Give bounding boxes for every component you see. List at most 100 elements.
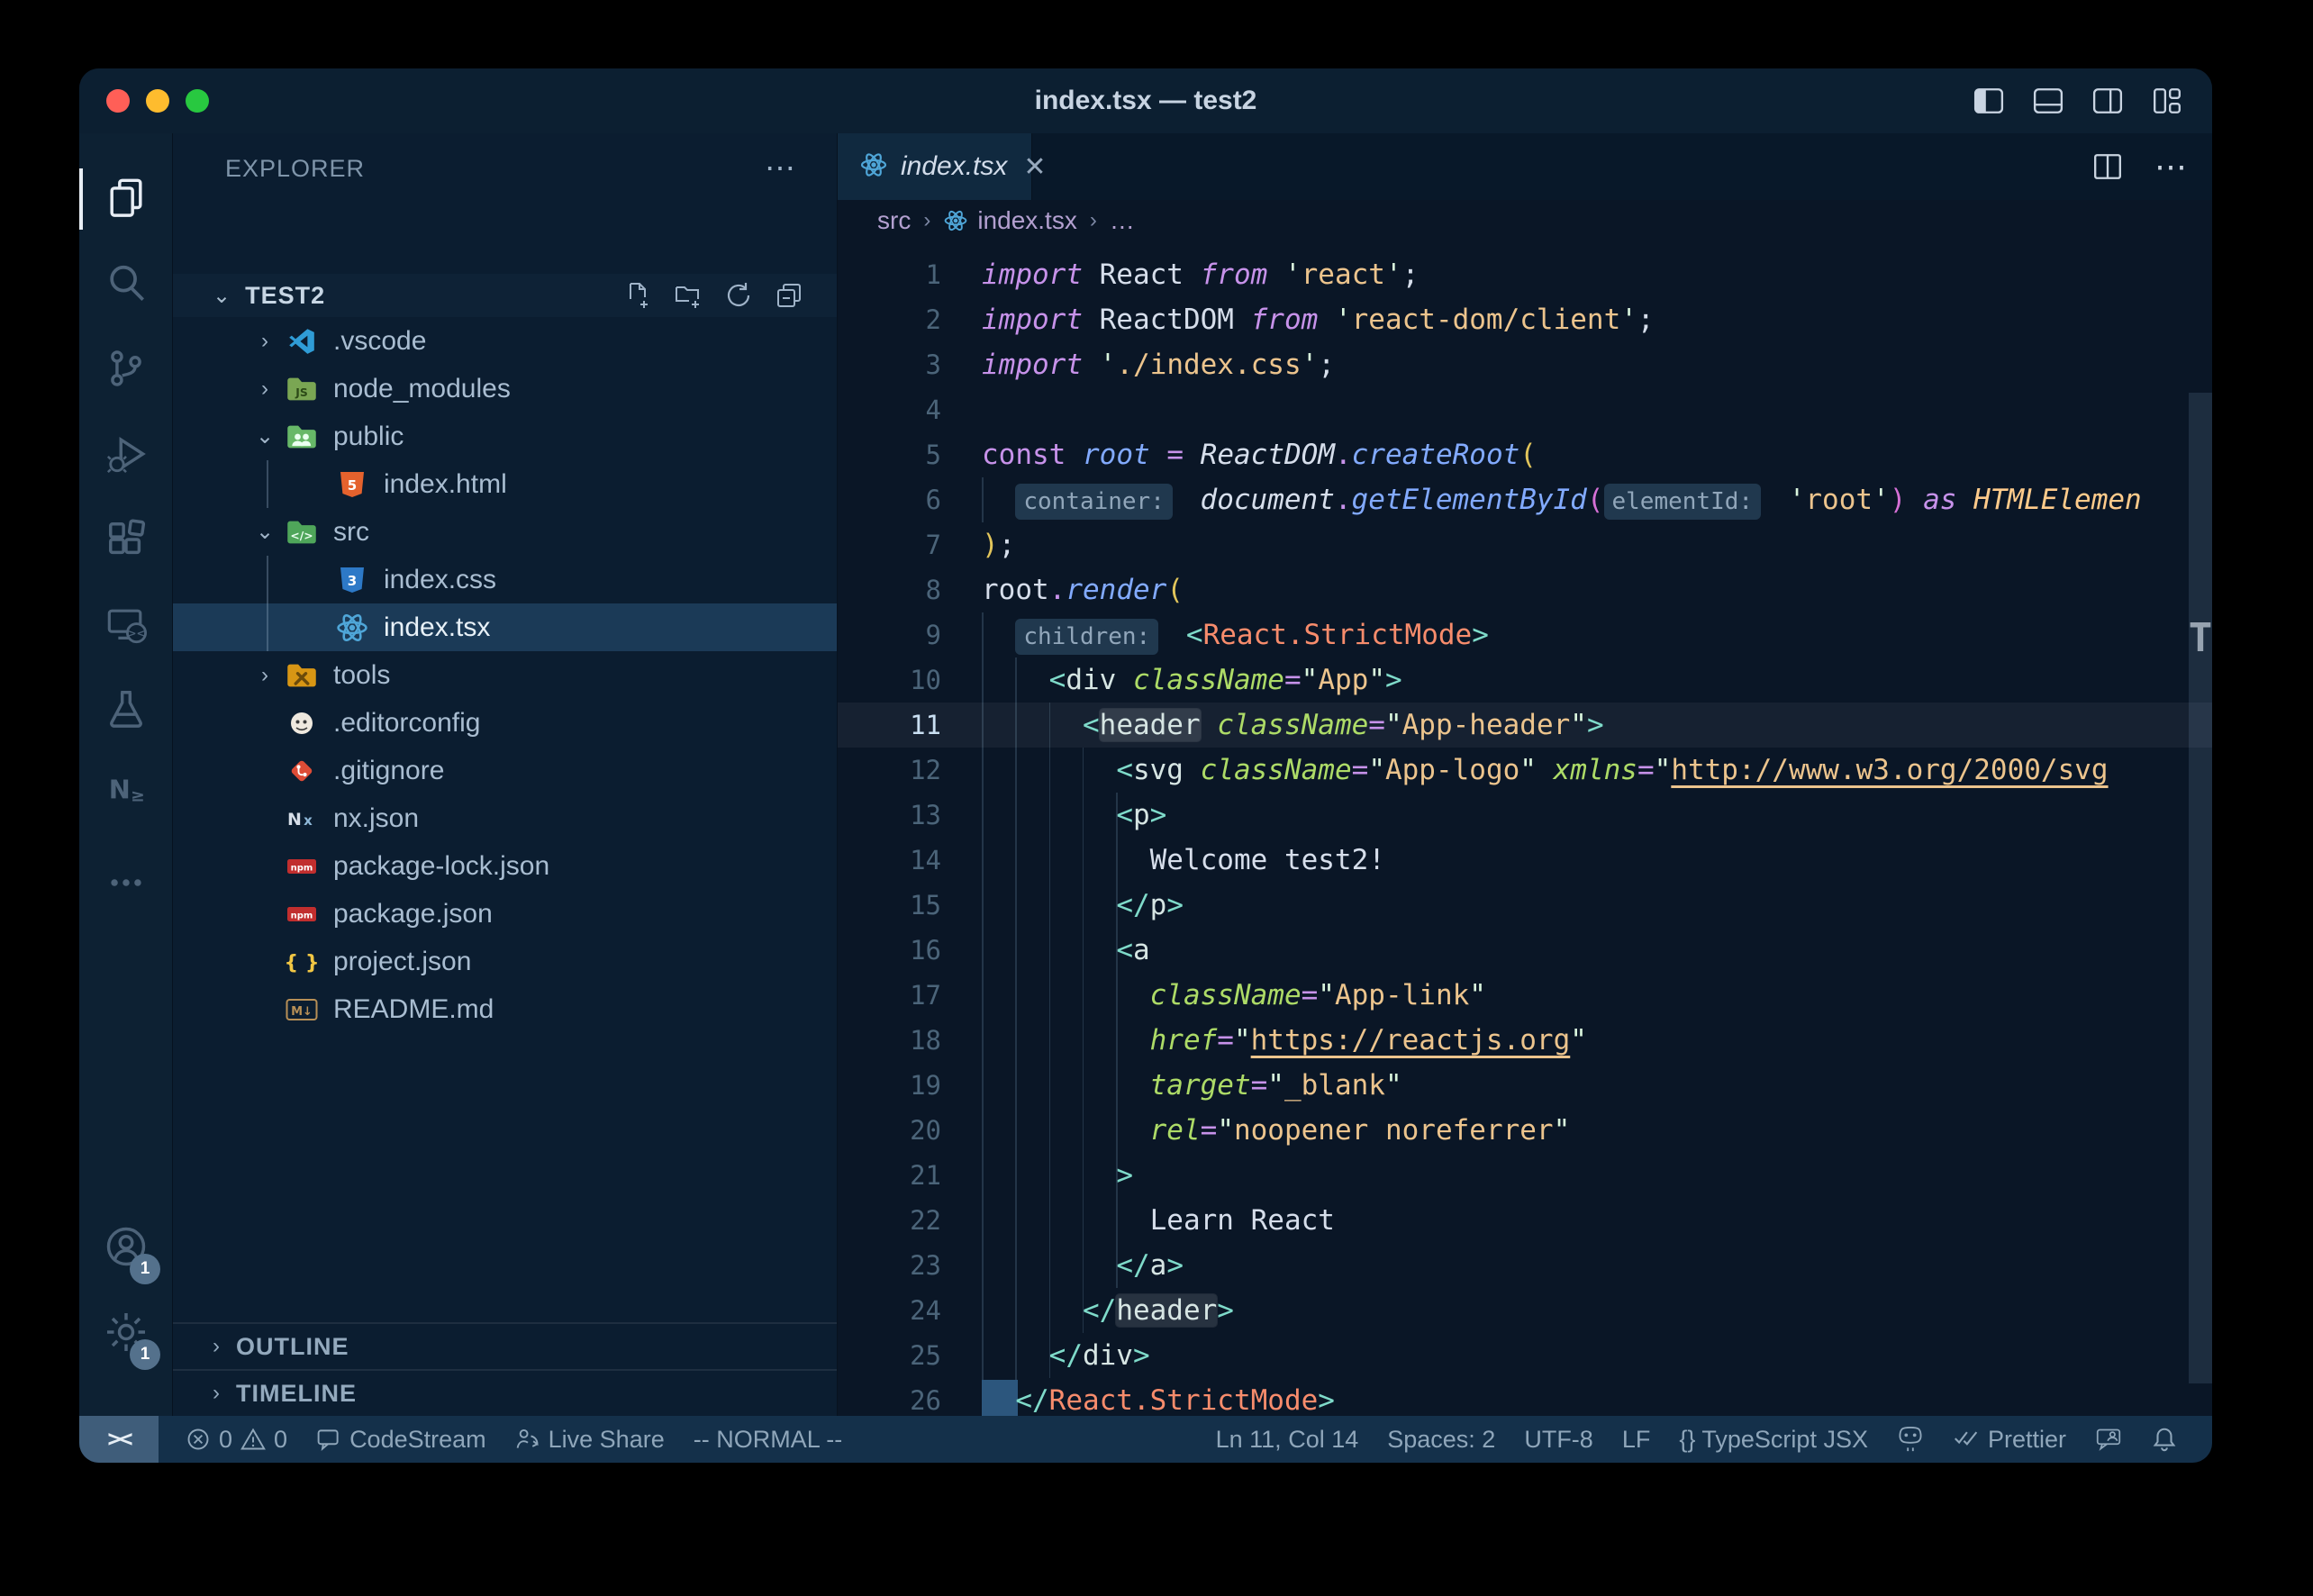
npm-icon: npm bbox=[285, 897, 319, 931]
scrollbar-ghost-letter: T bbox=[2185, 615, 2212, 661]
toggle-panel-icon[interactable] bbox=[2030, 86, 2066, 116]
activity-item-more-views[interactable] bbox=[79, 841, 173, 928]
status-item-indentation[interactable]: Spaces: 2 bbox=[1373, 1416, 1510, 1463]
activity-item-testing[interactable] bbox=[79, 667, 173, 753]
code-line-20[interactable]: 20 rel="noopener noreferrer" bbox=[838, 1108, 2212, 1153]
file-tree-item-public[interactable]: ⌄public bbox=[173, 413, 837, 460]
file-tree-item-index.css[interactable]: 3index.css bbox=[173, 556, 837, 603]
explorer-more-actions-icon[interactable]: ⋯ bbox=[765, 150, 797, 186]
code-line-10[interactable]: 10 <div className="App"> bbox=[838, 657, 2212, 703]
code-line-7[interactable]: 7); bbox=[838, 522, 2212, 567]
svg-text:</>: </> bbox=[290, 529, 313, 541]
status-item-encoding[interactable]: UTF-8 bbox=[1510, 1416, 1608, 1463]
status-item-vim-mode[interactable]: -- NORMAL -- bbox=[679, 1416, 857, 1463]
file-tree-item-index.tsx[interactable]: index.tsx bbox=[173, 603, 837, 651]
file-tree-item-package.json[interactable]: npmpackage.json bbox=[173, 890, 837, 938]
code-line-26[interactable]: 26 </React.StrictMode> bbox=[838, 1378, 2212, 1416]
breadcrumb-item-index.tsx[interactable]: index.tsx bbox=[943, 206, 1077, 235]
status-item-feedback[interactable] bbox=[2081, 1416, 2136, 1463]
line-number: 12 bbox=[838, 748, 941, 793]
file-tree-item-.gitignore[interactable]: .gitignore bbox=[173, 747, 837, 794]
code-line-11[interactable]: 11 <header className="App-header"> bbox=[838, 703, 2212, 748]
status-item-language-mode[interactable]: {} TypeScript JSX bbox=[1664, 1416, 1882, 1463]
timeline-panel-label: TIMELINE bbox=[236, 1380, 357, 1408]
status-item-live-share[interactable]: Live Share bbox=[501, 1416, 679, 1463]
new-folder-icon[interactable] bbox=[673, 280, 703, 311]
code-line-18[interactable]: 18 href="https://reactjs.org" bbox=[838, 1018, 2212, 1063]
svg-text:npm: npm bbox=[291, 911, 313, 920]
file-name: tools bbox=[333, 660, 390, 691]
code-line-24[interactable]: 24 </header> bbox=[838, 1288, 2212, 1333]
activity-item-extensions[interactable] bbox=[79, 498, 173, 585]
file-tree-item-.vscode[interactable]: ›.vscode bbox=[173, 317, 837, 365]
code-line-21[interactable]: 21 > bbox=[838, 1153, 2212, 1198]
breadcrumb-item-src[interactable]: src bbox=[877, 206, 911, 235]
refresh-icon[interactable] bbox=[723, 280, 754, 311]
toggle-sidebar-icon[interactable] bbox=[1971, 86, 2007, 116]
code-line-15[interactable]: 15 </p> bbox=[838, 883, 2212, 928]
file-tree-item-index.html[interactable]: 5index.html bbox=[173, 460, 837, 508]
code-line-12[interactable]: 12 <svg className="App-logo" xmlns="http… bbox=[838, 748, 2212, 793]
collapse-all-icon[interactable] bbox=[774, 280, 804, 311]
code-editor[interactable]: 1import React from 'react';2import React… bbox=[838, 241, 2212, 1416]
customize-layout-icon[interactable] bbox=[2149, 86, 2185, 116]
editor-scrollbar[interactable] bbox=[2189, 393, 2212, 1383]
code-line-2[interactable]: 2import ReactDOM from 'react-dom/client'… bbox=[838, 297, 2212, 342]
project-root-row[interactable]: ⌄ TEST2 bbox=[173, 274, 837, 317]
file-tree-item-nx.json[interactable]: Nxnx.json bbox=[173, 794, 837, 842]
split-editor-icon[interactable] bbox=[2091, 151, 2124, 182]
code-line-8[interactable]: 8root.render( bbox=[838, 567, 2212, 612]
code-line-23[interactable]: 23 </a> bbox=[838, 1243, 2212, 1288]
code-line-5[interactable]: 5const root = ReactDOM.createRoot( bbox=[838, 432, 2212, 477]
tab-index-tsx[interactable]: index.tsx ✕ bbox=[838, 133, 1032, 200]
code-line-4[interactable]: 4 bbox=[838, 387, 2212, 432]
remote-indicator[interactable]: >< bbox=[79, 1416, 159, 1463]
outline-panel-header[interactable]: › OUTLINE bbox=[173, 1322, 837, 1369]
breadcrumb-item-…[interactable]: … bbox=[1110, 206, 1135, 235]
code-line-16[interactable]: 16 <a bbox=[838, 928, 2212, 973]
status-item-notifications[interactable] bbox=[2136, 1416, 2192, 1463]
status-item-codestream[interactable]: CodeStream bbox=[302, 1416, 501, 1463]
activity-item-nx-console[interactable]: N≥ bbox=[79, 749, 173, 836]
code-line-3[interactable]: 3import './index.css'; bbox=[838, 342, 2212, 387]
chevron-down-icon: ⌄ bbox=[213, 283, 231, 309]
code-line-25[interactable]: 25 </div> bbox=[838, 1333, 2212, 1378]
activity-item-remote-explorer[interactable]: >< bbox=[79, 584, 173, 670]
line-number: 6 bbox=[838, 477, 941, 522]
line-number: 5 bbox=[838, 432, 941, 477]
status-item-prettier[interactable]: Prettier bbox=[1938, 1416, 2081, 1463]
status-item-eol[interactable]: LF bbox=[1608, 1416, 1665, 1463]
toggle-secondary-sidebar-icon[interactable] bbox=[2090, 86, 2126, 116]
timeline-panel-header[interactable]: › TIMELINE bbox=[173, 1369, 837, 1416]
code-line-1[interactable]: 1import React from 'react'; bbox=[838, 252, 2212, 297]
status-item-github[interactable] bbox=[1882, 1416, 1938, 1463]
window-title: index.tsx — test2 bbox=[79, 68, 2212, 133]
code-line-22[interactable]: 22 Learn React bbox=[838, 1198, 2212, 1243]
more-actions-icon[interactable]: ⋯ bbox=[2154, 148, 2189, 186]
code-line-6[interactable]: 6 container: document.getElementById(ele… bbox=[838, 477, 2212, 522]
file-tree-item-node_modules[interactable]: ›JSnode_modules bbox=[173, 365, 837, 413]
activity-item-explorer[interactable] bbox=[79, 156, 173, 242]
file-tree-item-tools[interactable]: ›tools bbox=[173, 651, 837, 699]
file-tree-item-README.md[interactable]: M↓README.md bbox=[173, 985, 837, 1033]
line-number: 13 bbox=[838, 793, 941, 838]
file-tree-item-.editorconfig[interactable]: .editorconfig bbox=[173, 699, 837, 747]
code-line-14[interactable]: 14 Welcome test2! bbox=[838, 838, 2212, 883]
code-line-13[interactable]: 13 <p> bbox=[838, 793, 2212, 838]
file-tree-item-src[interactable]: ⌄</>src bbox=[173, 508, 837, 556]
file-name: index.html bbox=[384, 469, 507, 500]
activity-item-search[interactable] bbox=[79, 241, 173, 328]
activity-item-accounts[interactable]: 1 bbox=[79, 1205, 173, 1292]
close-tab-icon[interactable]: ✕ bbox=[1023, 151, 1046, 183]
code-line-17[interactable]: 17 className="App-link" bbox=[838, 973, 2212, 1018]
file-tree-item-package-lock.json[interactable]: npmpackage-lock.json bbox=[173, 842, 837, 890]
status-item-problems[interactable]: 00 bbox=[171, 1416, 302, 1463]
activity-item-source-control[interactable] bbox=[79, 327, 173, 413]
activity-item-settings[interactable]: 1 bbox=[79, 1291, 173, 1377]
code-line-19[interactable]: 19 target="_blank" bbox=[838, 1063, 2212, 1108]
code-line-9[interactable]: 9 children: <React.StrictMode> bbox=[838, 612, 2212, 657]
activity-item-run-debug[interactable] bbox=[79, 413, 173, 499]
status-item-cursor-position[interactable]: Ln 11, Col 14 bbox=[1202, 1416, 1374, 1463]
new-file-icon[interactable] bbox=[622, 280, 653, 311]
file-tree-item-project.json[interactable]: { }project.json bbox=[173, 938, 837, 985]
